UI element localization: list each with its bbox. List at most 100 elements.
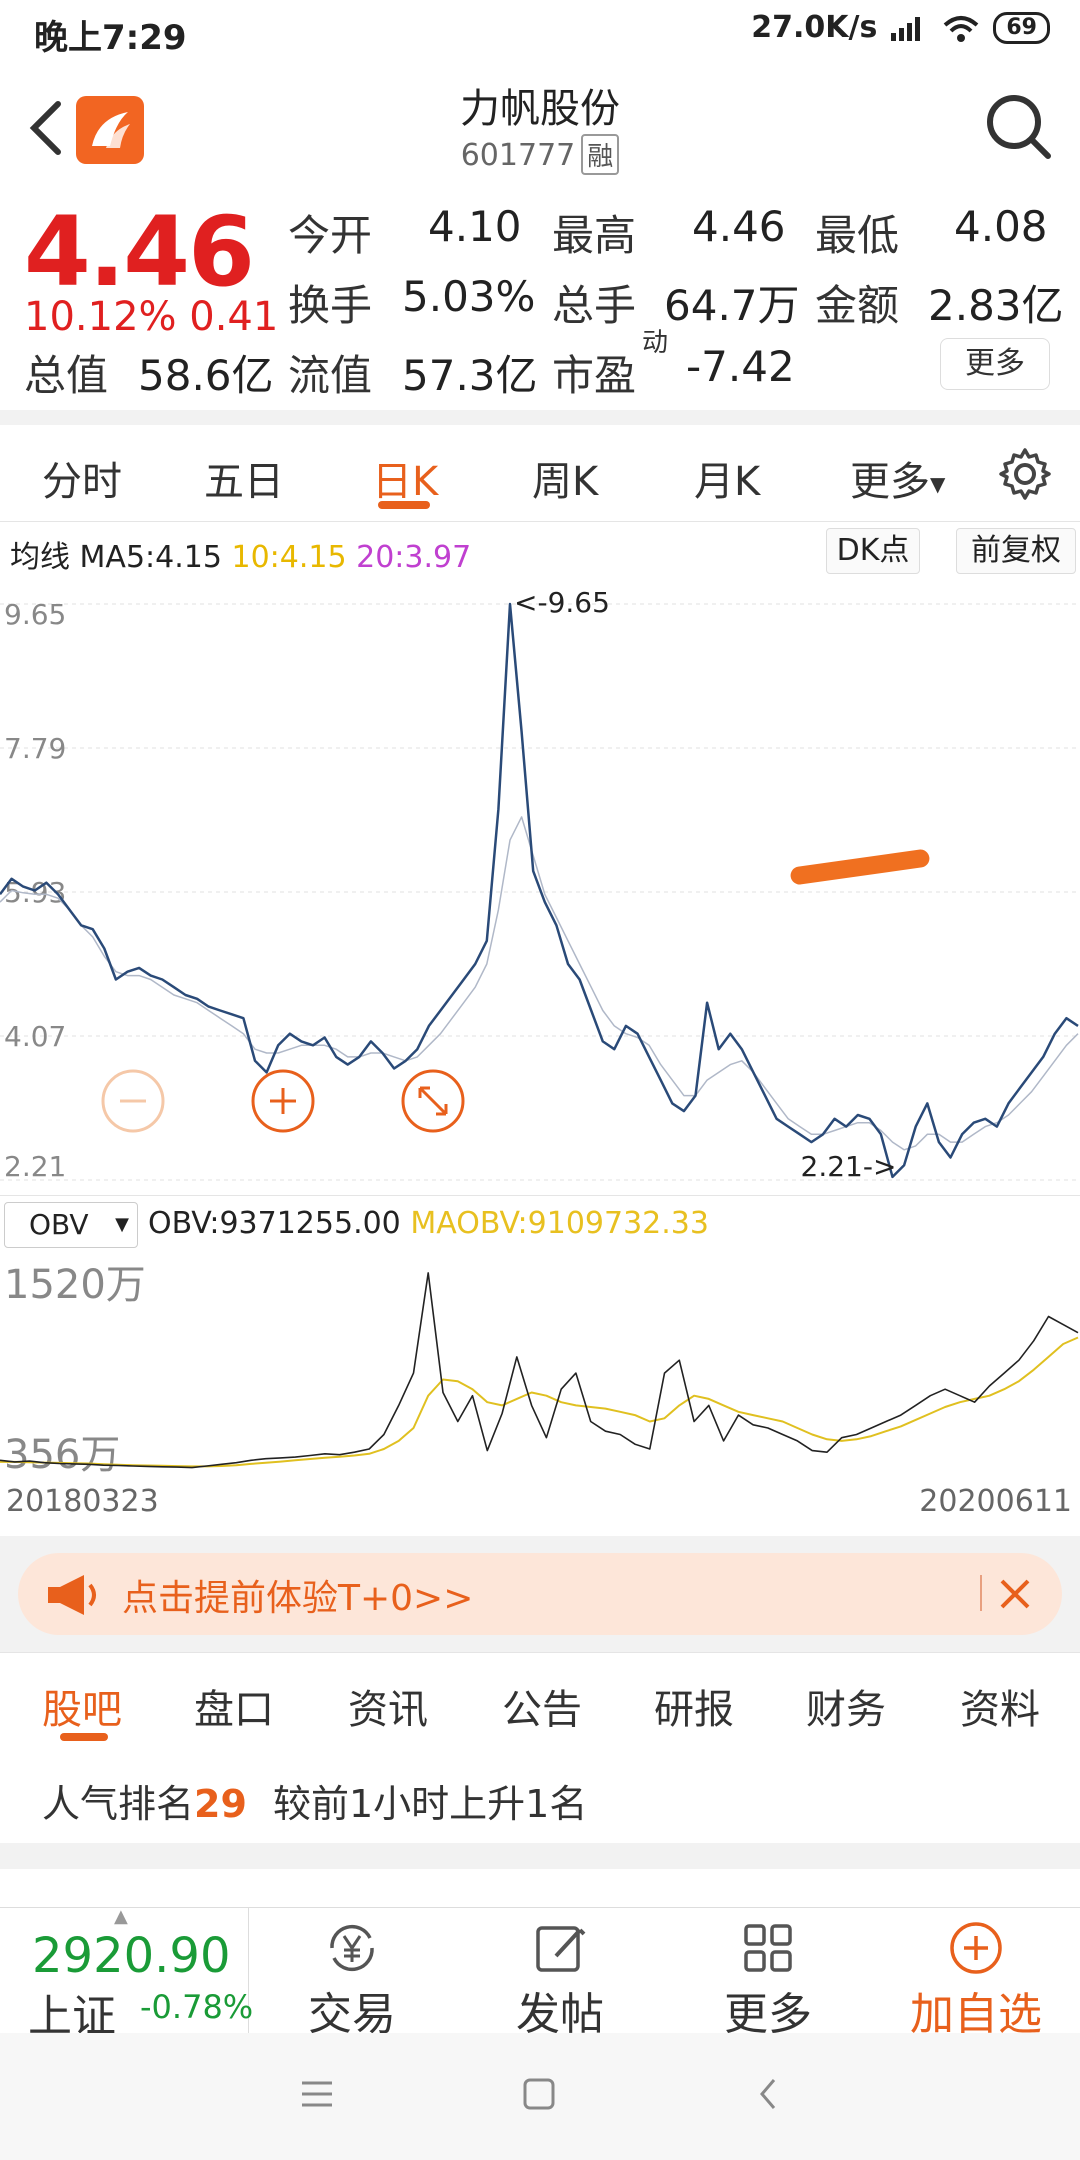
tab-more[interactable]: 更多▼ xyxy=(850,449,945,507)
tab-research[interactable]: 研报 xyxy=(654,1677,734,1735)
nav-more[interactable]: 更多 xyxy=(678,1908,858,2040)
margin-tag: 融 xyxy=(581,134,620,175)
tab-five-day[interactable]: 五日 xyxy=(204,449,284,507)
y-tick-label: 356万 xyxy=(4,1432,120,1476)
plus-circle-icon xyxy=(950,1922,1002,1974)
min-price-label: 2.21-> xyxy=(801,1150,897,1183)
gear-icon[interactable] xyxy=(998,447,1052,501)
current-price: 4.46 xyxy=(24,196,255,308)
obv-line xyxy=(0,1272,1079,1469)
maobv-line xyxy=(0,1336,1079,1468)
y-tick-label: 7.79 xyxy=(4,732,66,765)
start-date: 20180323 xyxy=(6,1484,159,1519)
menu-icon[interactable] xyxy=(300,2077,334,2111)
tab-profile[interactable]: 资料 xyxy=(960,1677,1040,1735)
zoom-out-icon[interactable] xyxy=(100,1068,166,1134)
end-date: 20200611 xyxy=(919,1484,1072,1519)
network-speed: 27.0K/s xyxy=(751,10,878,45)
status-bar: 晚上7:29 27.0K/s 69 xyxy=(0,0,1080,66)
obv-value: OBV:9371255.00 xyxy=(148,1206,401,1241)
mktcap-label: 总值 xyxy=(24,351,109,400)
signal-icon xyxy=(891,16,921,41)
search-icon[interactable] xyxy=(984,90,1054,166)
tab-weekly-k[interactable]: 周K xyxy=(532,449,598,507)
grid-icon xyxy=(744,1924,792,1972)
tab-finance[interactable]: 财务 xyxy=(806,1677,886,1735)
adjust-button[interactable]: 前复权 xyxy=(956,528,1076,574)
price-chart[interactable]: 9.65 7.79 5.93 4.07 2.21 <-9.65 2.21-> xyxy=(0,580,1080,1195)
y-tick-label: 4.07 xyxy=(4,1020,66,1053)
battery-icon: 69 xyxy=(993,11,1050,44)
index-change: -0.78% xyxy=(140,1988,254,2026)
content-peek xyxy=(0,1869,1080,1909)
y-tick-label: 1520万 xyxy=(4,1262,146,1308)
rank-value: 29 xyxy=(194,1782,247,1826)
maobv-value: MAOBV:9109732.33 xyxy=(410,1206,709,1241)
indicator-selector-label: OBV xyxy=(29,1208,89,1241)
status-time: 晚上7:29 xyxy=(34,18,187,58)
y-tick-label: 2.21 xyxy=(4,1150,66,1183)
system-nav-bar xyxy=(0,2033,1080,2160)
nav-post[interactable]: 发帖 xyxy=(470,1908,650,2040)
dk-point-button[interactable]: DK点 xyxy=(826,528,920,574)
y-tick-label: 9.65 xyxy=(4,598,66,631)
low-label: 最低 xyxy=(815,211,900,260)
obv-chart-svg: 1520万 356万 xyxy=(0,1262,1079,1478)
tab-guba[interactable]: 股吧 xyxy=(42,1677,122,1735)
tab-news[interactable]: 资讯 xyxy=(348,1677,428,1735)
expand-icon[interactable] xyxy=(400,1068,466,1134)
ma-label: 均线 xyxy=(10,540,70,575)
tab-intraday[interactable]: 分时 xyxy=(42,449,122,507)
indicator-selector[interactable]: OBV ▼ xyxy=(4,1202,138,1248)
home-icon[interactable] xyxy=(522,2077,556,2111)
change-percent: 10.12% xyxy=(24,294,177,340)
ma5-value: MA5:4.15 xyxy=(79,540,222,575)
index-value: 2920.90 xyxy=(32,1928,231,1984)
mktcap-value: 58.6亿 xyxy=(138,351,274,400)
edit-icon xyxy=(536,1926,586,1972)
high-value: 4.46 xyxy=(692,202,786,251)
ma-row: 均线 MA5:4.15 10:4.15 20:3.97 DK点 前复权 xyxy=(0,522,1080,581)
caret-up-icon: ▲ xyxy=(114,1906,128,1927)
tab-order-book[interactable]: 盘口 xyxy=(194,1677,274,1735)
tab-announcements[interactable]: 公告 xyxy=(502,1677,582,1735)
nav-add-watchlist[interactable]: 加自选 xyxy=(886,1908,1066,2040)
turnover-value: 5.03% xyxy=(402,272,536,321)
popularity-rank: 人气排名29 较前1小时上升1名 xyxy=(0,1747,1080,1843)
nav-trade[interactable]: 交易 xyxy=(262,1908,442,2040)
ma-values: 均线 MA5:4.15 10:4.15 20:3.97 xyxy=(10,532,471,576)
date-range-row: 20180323 20200611 xyxy=(0,1476,1080,1536)
ma10-value: 10:4.15 xyxy=(231,540,347,575)
float-label: 流值 xyxy=(288,351,373,400)
obv-row: OBV ▼ OBV:9371255.00 MAOBV:9109732.33 xyxy=(0,1195,1080,1255)
active-tab-indicator xyxy=(378,501,430,509)
high-label: 最高 xyxy=(552,211,637,260)
section-gap xyxy=(0,1843,1080,1869)
volume-value: 64.7万 xyxy=(664,281,800,330)
close-icon[interactable] xyxy=(998,1577,1032,1611)
obv-chart[interactable]: 1520万 356万 xyxy=(0,1254,1080,1478)
index-ticker[interactable]: ▲ 2920.90 上证 -0.78% xyxy=(0,1906,253,2042)
wifi-icon xyxy=(944,15,979,42)
status-right: 27.0K/s 69 xyxy=(751,10,1050,45)
rank-label: 人气排名 xyxy=(42,1782,195,1826)
promo-divider xyxy=(980,1575,982,1611)
tab-monthly-k[interactable]: 月K xyxy=(694,449,760,507)
pe-value: -7.42 xyxy=(686,342,795,391)
open-value: 4.10 xyxy=(428,202,522,251)
amount-label: 金额 xyxy=(815,281,900,330)
back-icon[interactable] xyxy=(752,2077,786,2111)
more-quote-button[interactable]: 更多 xyxy=(940,338,1050,390)
price-change: 10.12% 0.41 xyxy=(24,294,278,340)
tab-daily-k[interactable]: 日K xyxy=(372,449,438,507)
stock-code: 601777 xyxy=(460,138,576,173)
obv-values: OBV:9371255.00 MAOBV:9109732.33 xyxy=(148,1206,709,1241)
yen-cycle-icon xyxy=(330,1924,374,1972)
open-label: 今开 xyxy=(288,211,373,260)
change-amount: 0.41 xyxy=(189,294,279,340)
caret-down-icon: ▼ xyxy=(930,472,946,496)
zoom-in-icon[interactable] xyxy=(250,1068,316,1134)
stock-code-row: 601777 融 xyxy=(0,134,1080,175)
promo-banner[interactable]: 点击提前体验T+0>> xyxy=(18,1553,1062,1635)
promo-text: 点击提前体验T+0>> xyxy=(122,1578,474,1619)
